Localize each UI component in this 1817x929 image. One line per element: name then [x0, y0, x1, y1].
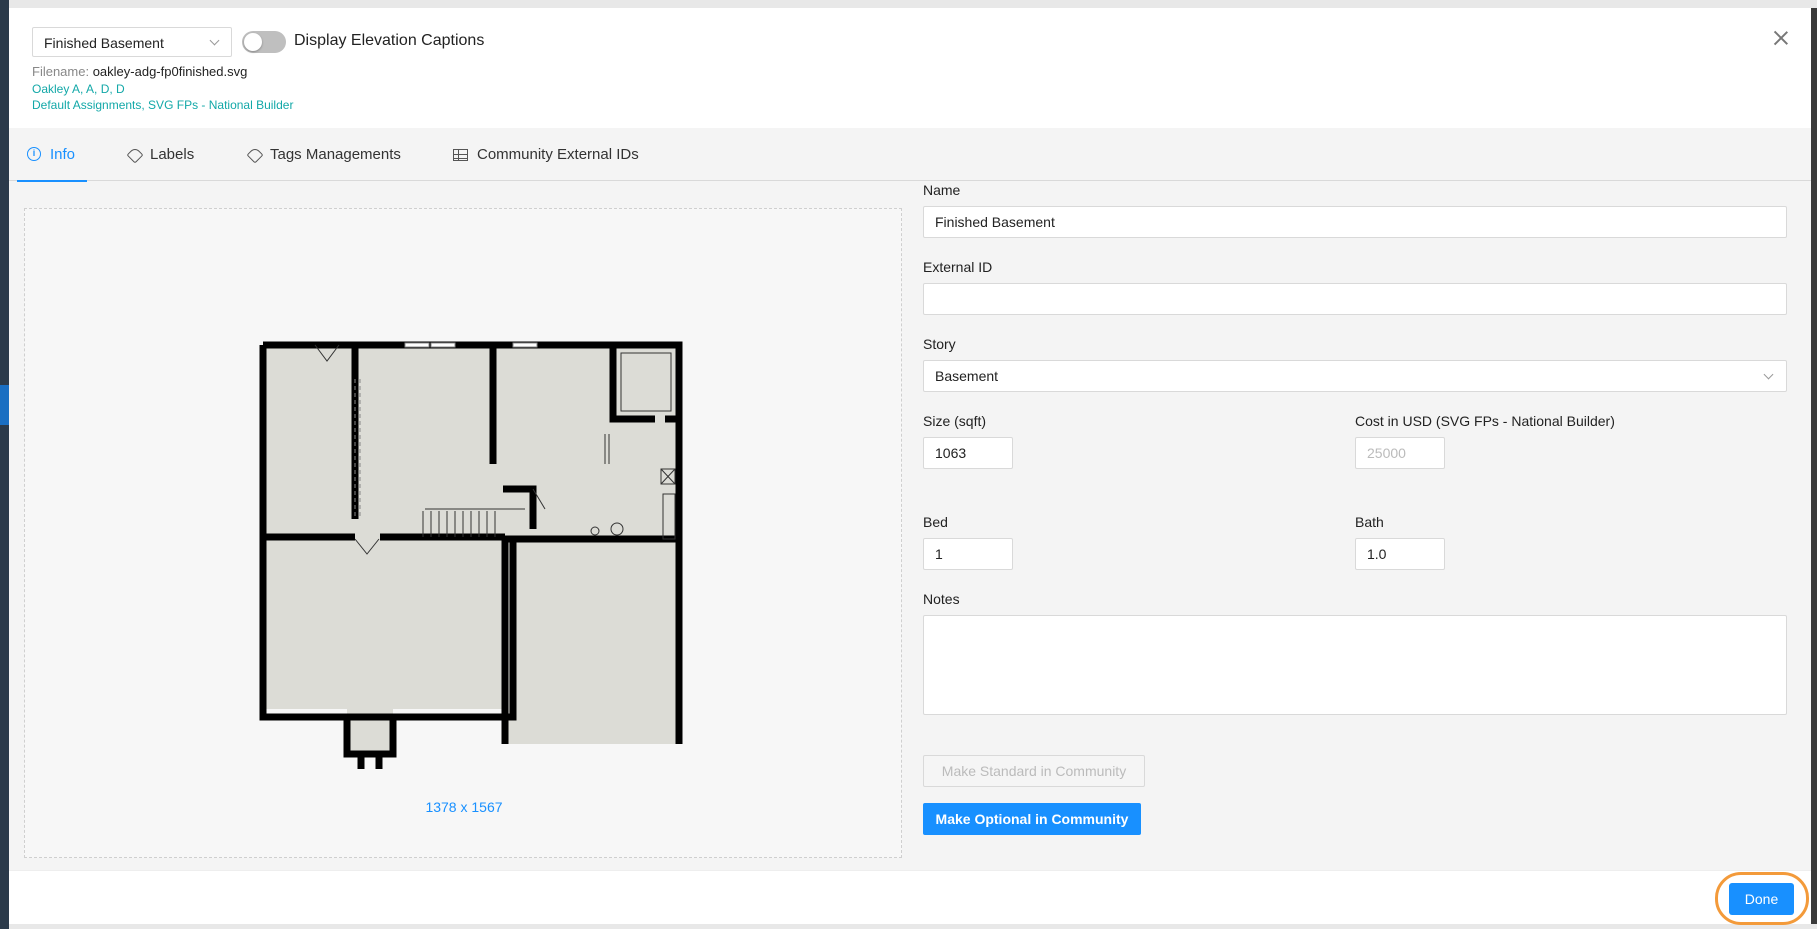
floorplan-modal: Finished Basement Display Elevation Capt… — [9, 8, 1811, 925]
tab-labels-label: Labels — [150, 146, 195, 163]
floorplan-preview: 1378 x 1567 — [24, 208, 902, 858]
floorplan-select-value: Finished Basement — [44, 35, 164, 51]
filename-row: Filename: oakley-adg-fp0finished.svg — [32, 64, 247, 79]
floorplan-drawing — [259, 341, 683, 769]
tab-community-external-ids-label: Community External IDs — [477, 146, 639, 163]
story-label: Story — [923, 336, 956, 352]
filename-label: Filename: — [32, 64, 90, 79]
image-dimensions: 1378 x 1567 — [425, 799, 503, 815]
tag-icon — [126, 146, 144, 163]
tab-community-external-ids[interactable]: Community External IDs — [453, 128, 639, 181]
tab-info-label: Info — [50, 145, 76, 163]
modal-body: i Info Labels Tags Managements Community… — [9, 128, 1811, 870]
tab-info[interactable]: i Info — [17, 128, 87, 182]
background-sidebar-active — [0, 385, 9, 425]
floorplan-select[interactable]: Finished Basement — [32, 27, 232, 57]
bed-input[interactable]: 1 — [923, 538, 1013, 570]
assignments-link[interactable]: Default Assignments, SVG FPs - National … — [32, 98, 293, 112]
external-id-label: External ID — [923, 259, 993, 275]
tag-icon — [246, 146, 264, 163]
background-app-strip-bottom — [9, 924, 1817, 929]
chevron-down-icon — [209, 35, 220, 46]
bath-label: Bath — [1355, 514, 1384, 530]
tab-tags-managements[interactable]: Tags Managements — [246, 128, 401, 181]
done-button[interactable]: Done — [1729, 883, 1794, 915]
story-select[interactable]: Basement — [923, 360, 1787, 392]
bath-input[interactable]: 1.0 — [1355, 538, 1445, 570]
make-standard-button[interactable]: Make Standard in Community — [923, 755, 1145, 787]
make-optional-button[interactable]: Make Optional in Community — [923, 803, 1141, 835]
notes-label: Notes — [923, 591, 960, 607]
toggle-knob — [244, 33, 262, 51]
tab-bar: i Info Labels Tags Managements Community… — [9, 128, 1811, 182]
cost-label: Cost in USD (SVG FPs - National Builder) — [1355, 413, 1615, 429]
background-app-strip — [9, 0, 1817, 8]
size-label: Size (sqft) — [923, 413, 987, 429]
elevation-captions-toggle[interactable] — [242, 31, 286, 53]
name-label: Name — [923, 182, 961, 198]
cost-input[interactable]: 25000 — [1355, 437, 1445, 469]
filename-value: oakley-adg-fp0finished.svg — [92, 64, 248, 79]
story-select-value: Basement — [935, 368, 999, 384]
table-icon — [453, 148, 468, 161]
close-icon[interactable] — [1773, 30, 1789, 46]
info-icon: i — [27, 147, 41, 161]
elevation-captions-label: Display Elevation Captions — [294, 32, 485, 49]
elevations-link[interactable]: Oakley A, A, D, D — [32, 82, 125, 96]
size-input[interactable]: 1063 — [923, 437, 1013, 469]
chevron-down-icon — [1763, 369, 1774, 380]
modal-header: Finished Basement Display Elevation Capt… — [9, 8, 1811, 128]
tab-tags-managements-label: Tags Managements — [270, 146, 401, 163]
external-id-input[interactable] — [923, 283, 1787, 315]
notes-textarea[interactable] — [923, 615, 1787, 715]
bed-label: Bed — [923, 514, 948, 530]
background-sidebar — [0, 0, 9, 929]
name-input[interactable]: Finished Basement — [923, 206, 1787, 238]
modal-footer: Done — [9, 870, 1811, 925]
tab-labels[interactable]: Labels — [126, 128, 195, 181]
